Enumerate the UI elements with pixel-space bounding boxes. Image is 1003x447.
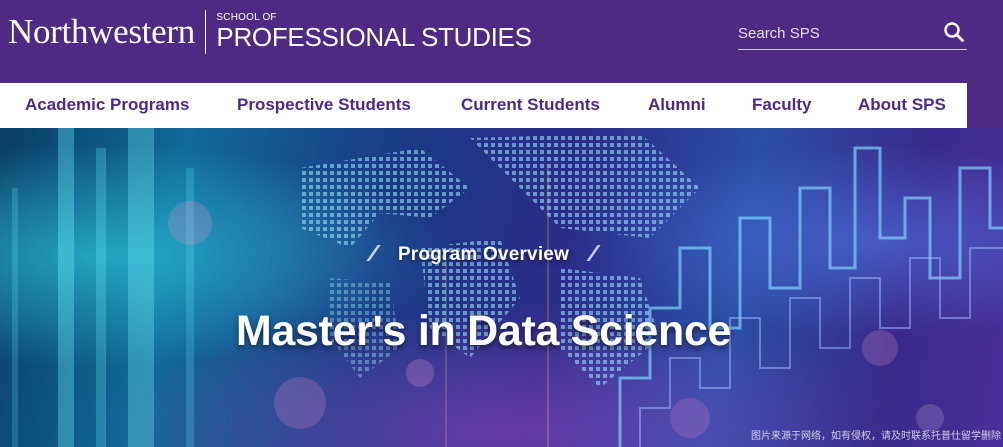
search-bar bbox=[738, 17, 967, 50]
image-credit-watermark: 图片来源于网络，如有侵权，请及时联系托普仕留学删除 bbox=[751, 431, 1001, 442]
nav-item-current-students[interactable]: Current Students bbox=[461, 95, 600, 115]
logo-professional-studies: PROFESSIONAL STUDIES bbox=[216, 22, 532, 52]
logo-wordmark: Northwestern bbox=[8, 12, 195, 51]
nav-item-academic-programs[interactable]: Academic Programs bbox=[25, 95, 189, 115]
search-icon[interactable] bbox=[943, 21, 965, 43]
northwestern-sps-logo[interactable]: Northwestern SCHOOL OF PROFESSIONAL STUD… bbox=[8, 10, 532, 54]
logo-school-name: SCHOOL OF PROFESSIONAL STUDIES bbox=[216, 10, 532, 52]
page-title: Master's in Data Science bbox=[235, 307, 732, 355]
hero-eyebrow: Program Overview bbox=[0, 244, 967, 266]
program-overview-label: Program Overview bbox=[397, 244, 570, 265]
nav-item-about-sps[interactable]: About SPS bbox=[858, 95, 946, 115]
data-visualization-background bbox=[0, 128, 1003, 447]
nav-item-alumni[interactable]: Alumni bbox=[648, 95, 706, 115]
logo-divider bbox=[204, 10, 207, 54]
main-nav: Academic Programs Prospective Students C… bbox=[0, 83, 967, 128]
hero-banner: Program Overview Master's in Data Scienc… bbox=[0, 128, 1003, 447]
search-input[interactable] bbox=[738, 21, 933, 45]
eyebrow-slash-right bbox=[585, 245, 601, 261]
site-header: Northwestern SCHOOL OF PROFESSIONAL STUD… bbox=[0, 0, 1003, 83]
nav-item-faculty[interactable]: Faculty bbox=[752, 95, 812, 115]
nav-item-prospective-students[interactable]: Prospective Students bbox=[237, 95, 411, 115]
eyebrow-slash-left bbox=[366, 245, 382, 261]
